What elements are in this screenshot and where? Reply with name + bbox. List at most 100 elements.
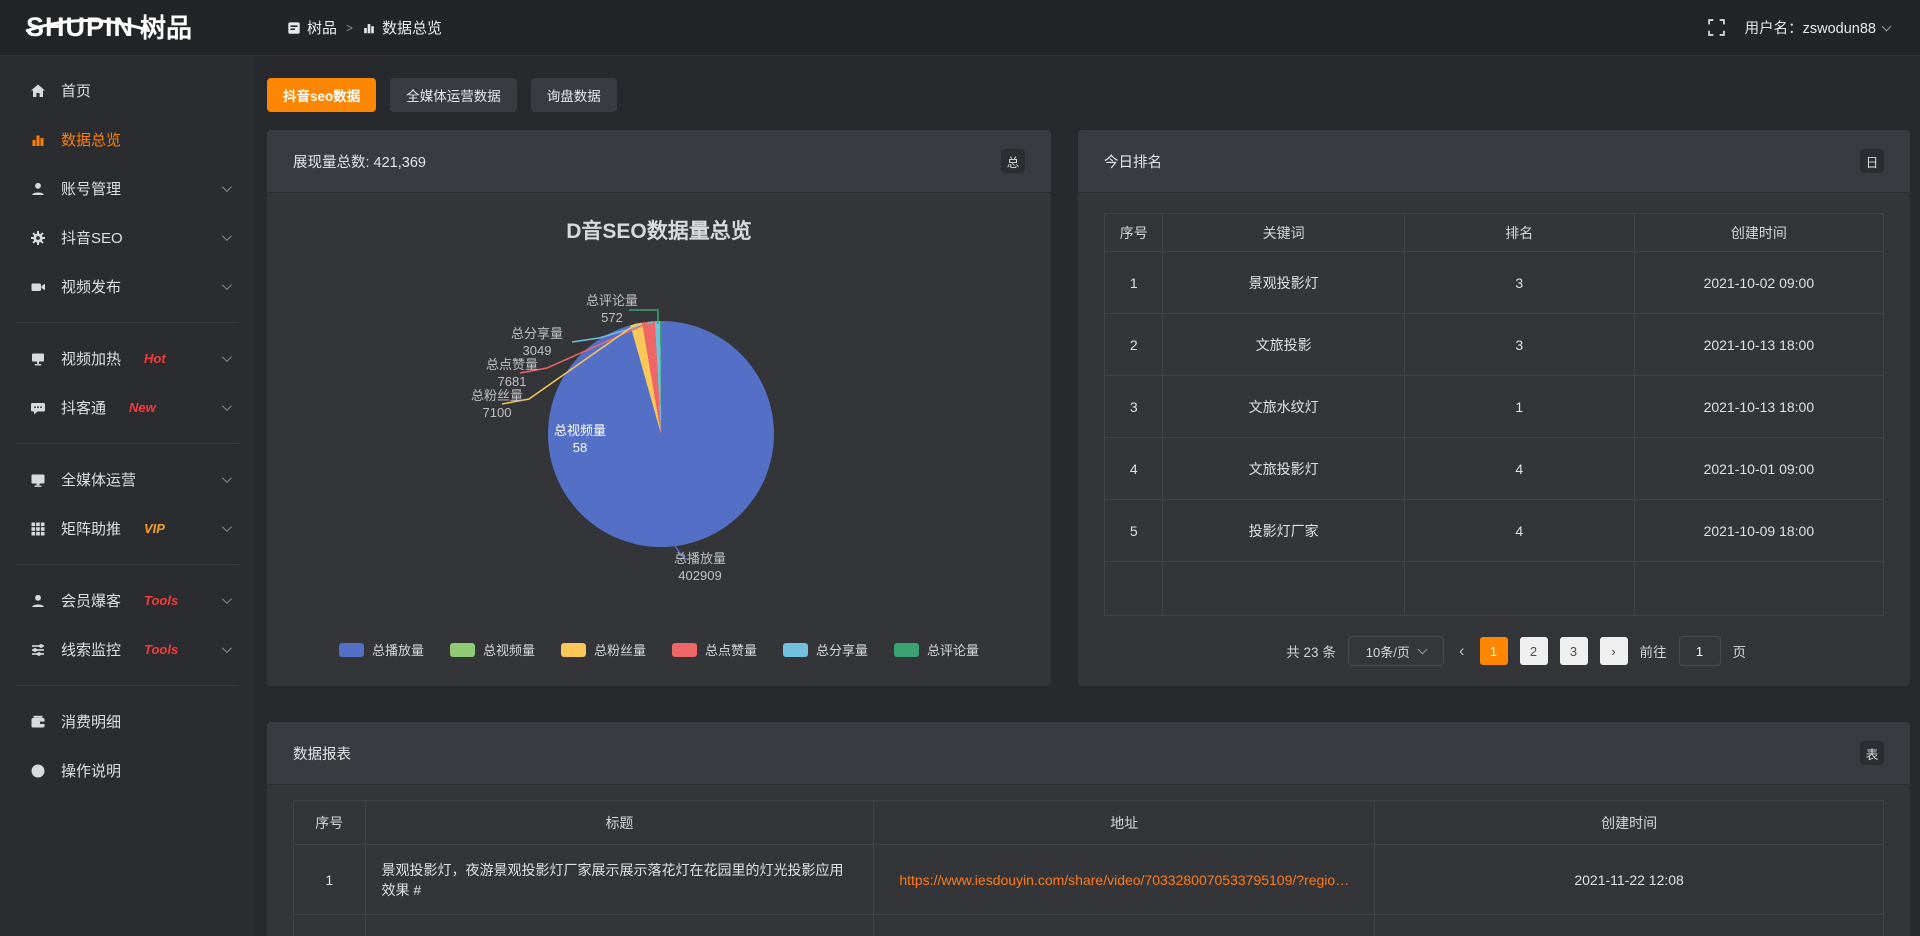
- cell-created: 2021-11-22 12:08: [1375, 845, 1884, 915]
- sidebar-item-matrix-boost[interactable]: 矩阵助推 VIP: [0, 504, 255, 553]
- tab-inquiry-data[interactable]: 询盘数据: [531, 78, 617, 112]
- breadcrumb-current[interactable]: 数据总览: [362, 17, 442, 38]
- legend-swatch: [783, 643, 808, 657]
- cell-url: https://www.iesdouyin.com/share/video/70…: [874, 845, 1375, 915]
- ranking-card: 今日排名 日 序号 关键词 排名 创建时间: [1078, 130, 1910, 686]
- cell-index: 3: [1105, 376, 1163, 438]
- sidebar-item-member-leads[interactable]: 会员爆客 Tools: [0, 576, 255, 625]
- col-header-url: 地址: [874, 801, 1375, 845]
- cell-index: 1: [294, 845, 366, 915]
- member-icon: [30, 593, 46, 609]
- sidebar-item-home[interactable]: 首页: [0, 66, 255, 115]
- legend-swatch: [672, 643, 697, 657]
- help-icon: ?: [30, 763, 46, 779]
- sidebar: 首页 数据总览 账号管理: [0, 56, 255, 936]
- overview-card-header: 展现量总数: 421,369 总: [267, 130, 1051, 193]
- sidebar-item-douyin-seo[interactable]: 抖音SEO: [0, 213, 255, 262]
- sidebar-item-label: 矩阵助推: [61, 518, 121, 539]
- col-header-index: 序号: [1105, 214, 1163, 252]
- chevron-down-icon: [222, 643, 232, 653]
- sidebar-item-instructions[interactable]: ? 操作说明: [0, 746, 255, 795]
- cell-rank: 3: [1404, 314, 1634, 376]
- page-button-2[interactable]: 2: [1520, 637, 1548, 665]
- legend-item-shares[interactable]: 总分享量: [783, 640, 868, 659]
- cell-rank: 3: [1404, 252, 1634, 314]
- table-header-row: 序号 关键词 排名 创建时间: [1105, 214, 1884, 252]
- main-content: 抖音seo数据 全媒体运营数据 询盘数据 展现量总数: 421,369 总 D音…: [255, 56, 1920, 936]
- chevron-down-icon: [1417, 645, 1427, 655]
- cell-index: 2: [1105, 314, 1163, 376]
- sidebar-item-consumption[interactable]: 消费明细: [0, 697, 255, 746]
- col-header-rank: 排名: [1404, 214, 1634, 252]
- cell-created: 2021-10-13 18:00: [1634, 314, 1883, 376]
- cell-created: 2021-10-01 09:00: [1634, 438, 1883, 500]
- video-link[interactable]: https://www.iesdouyin.com/share/video/70…: [899, 872, 1349, 888]
- pie-chart-area: D音SEO数据量总览 总评论量 572 总分享量 3049: [267, 193, 1051, 685]
- legend-swatch: [894, 643, 919, 657]
- sidebar-item-account[interactable]: 账号管理: [0, 164, 255, 213]
- tab-douyin-seo-data[interactable]: 抖音seo数据: [267, 78, 376, 112]
- page-button-1[interactable]: 1: [1480, 637, 1508, 665]
- sidebar-item-data-overview[interactable]: 数据总览: [0, 115, 255, 164]
- sidebar-item-douketong[interactable]: 抖客通 New: [0, 383, 255, 432]
- sidebar-item-label: 视频加热: [61, 348, 121, 369]
- chevron-down-icon: [222, 473, 232, 483]
- legend-item-comments[interactable]: 总评论量: [894, 640, 979, 659]
- tab-media-ops-data[interactable]: 全媒体运营数据: [390, 78, 517, 112]
- report-table-wrap: 序号 标题 地址 创建时间 1 景观投影灯，夜游景观投影灯厂家展示展示落花灯在花…: [267, 785, 1910, 936]
- sidebar-item-video-publish[interactable]: 视频发布: [0, 262, 255, 311]
- legend-item-plays[interactable]: 总播放量: [339, 640, 424, 659]
- sidebar-item-video-heat[interactable]: 视频加热 Hot: [0, 334, 255, 383]
- sidebar-item-media-ops[interactable]: 全媒体运营: [0, 455, 255, 504]
- breadcrumb-root-label: 树品: [307, 17, 337, 38]
- prev-page-button[interactable]: ‹: [1456, 641, 1468, 661]
- goto-page-input[interactable]: [1679, 636, 1721, 666]
- sidebar-item-label: 操作说明: [61, 760, 121, 781]
- impressions-total-label: 展现量总数: 421,369: [293, 151, 426, 172]
- col-header-title: 标题: [365, 801, 874, 845]
- cell-created: 2021-10-09 18:00: [1634, 500, 1883, 562]
- heat-icon: [30, 351, 46, 367]
- sidebar-divider: [16, 322, 239, 323]
- daily-view-badge[interactable]: 日: [1860, 149, 1884, 173]
- table-header-row: 序号 标题 地址 创建时间: [294, 801, 1884, 845]
- breadcrumb-root[interactable]: 树品: [287, 17, 337, 38]
- legend-item-videos[interactable]: 总视频量: [450, 640, 535, 659]
- cell-rank: 4: [1404, 500, 1634, 562]
- sidebar-item-label: 消费明细: [61, 711, 121, 732]
- cell-index: 1: [1105, 252, 1163, 314]
- ranking-table-wrap: 序号 关键词 排名 创建时间 1 景观投影灯 3 2021-10-02 09:0…: [1078, 193, 1910, 616]
- table-row: 5 投影灯厂家 4 2021-10-09 18:00: [1105, 500, 1884, 562]
- sidebar-item-label: 数据总览: [61, 129, 121, 150]
- total-view-badge[interactable]: 总: [1001, 149, 1025, 173]
- page-size-select[interactable]: 10条/页: [1348, 636, 1444, 666]
- table-view-badge[interactable]: 表: [1860, 741, 1884, 765]
- hot-badge: Hot: [144, 351, 166, 366]
- legend-swatch: [450, 643, 475, 657]
- next-page-button[interactable]: ›: [1600, 637, 1628, 665]
- cell-created: 2021-10-13 18:00: [1634, 376, 1883, 438]
- logo: SHUPIN 树品: [0, 14, 255, 41]
- sidebar-item-label: 全媒体运营: [61, 469, 136, 490]
- page-button-3[interactable]: 3: [1560, 637, 1588, 665]
- pagination: 共 23 条 10条/页 ‹ 1 2 3 › 前往 页: [1104, 636, 1884, 666]
- pie-label-likes: 总点赞量 7681: [464, 356, 560, 390]
- goto-unit: 页: [1733, 641, 1747, 661]
- report-card: 数据报表 表 序号 标题 地址 创建时间: [267, 722, 1910, 936]
- legend-item-fans[interactable]: 总粉丝量: [561, 640, 646, 659]
- user-menu[interactable]: 用户名：zswodun88: [1745, 17, 1890, 38]
- chevron-down-icon: [222, 522, 232, 532]
- username-label: 用户名：zswodun88: [1745, 17, 1876, 38]
- legend-item-likes[interactable]: 总点赞量: [672, 640, 757, 659]
- fullscreen-icon[interactable]: [1708, 19, 1725, 36]
- home-icon: [30, 83, 46, 99]
- gear-icon: [30, 230, 46, 246]
- pie-label-plays: 总播放量 402909: [652, 550, 748, 584]
- sidebar-item-clue-monitor[interactable]: 线索监控 Tools: [0, 625, 255, 674]
- video-icon: [30, 279, 46, 295]
- topbar: SHUPIN 树品 树品 > 数据总览: [0, 0, 1920, 56]
- app-icon: [287, 21, 301, 35]
- overview-card: 展现量总数: 421,369 总 D音SEO数据量总览 总评论量 572: [267, 130, 1051, 686]
- table-row: 1 景观投影灯，夜游景观投影灯厂家展示展示落花灯在花园里的灯光投影应用效果 # …: [294, 845, 1884, 915]
- ranking-card-title: 今日排名: [1104, 151, 1162, 172]
